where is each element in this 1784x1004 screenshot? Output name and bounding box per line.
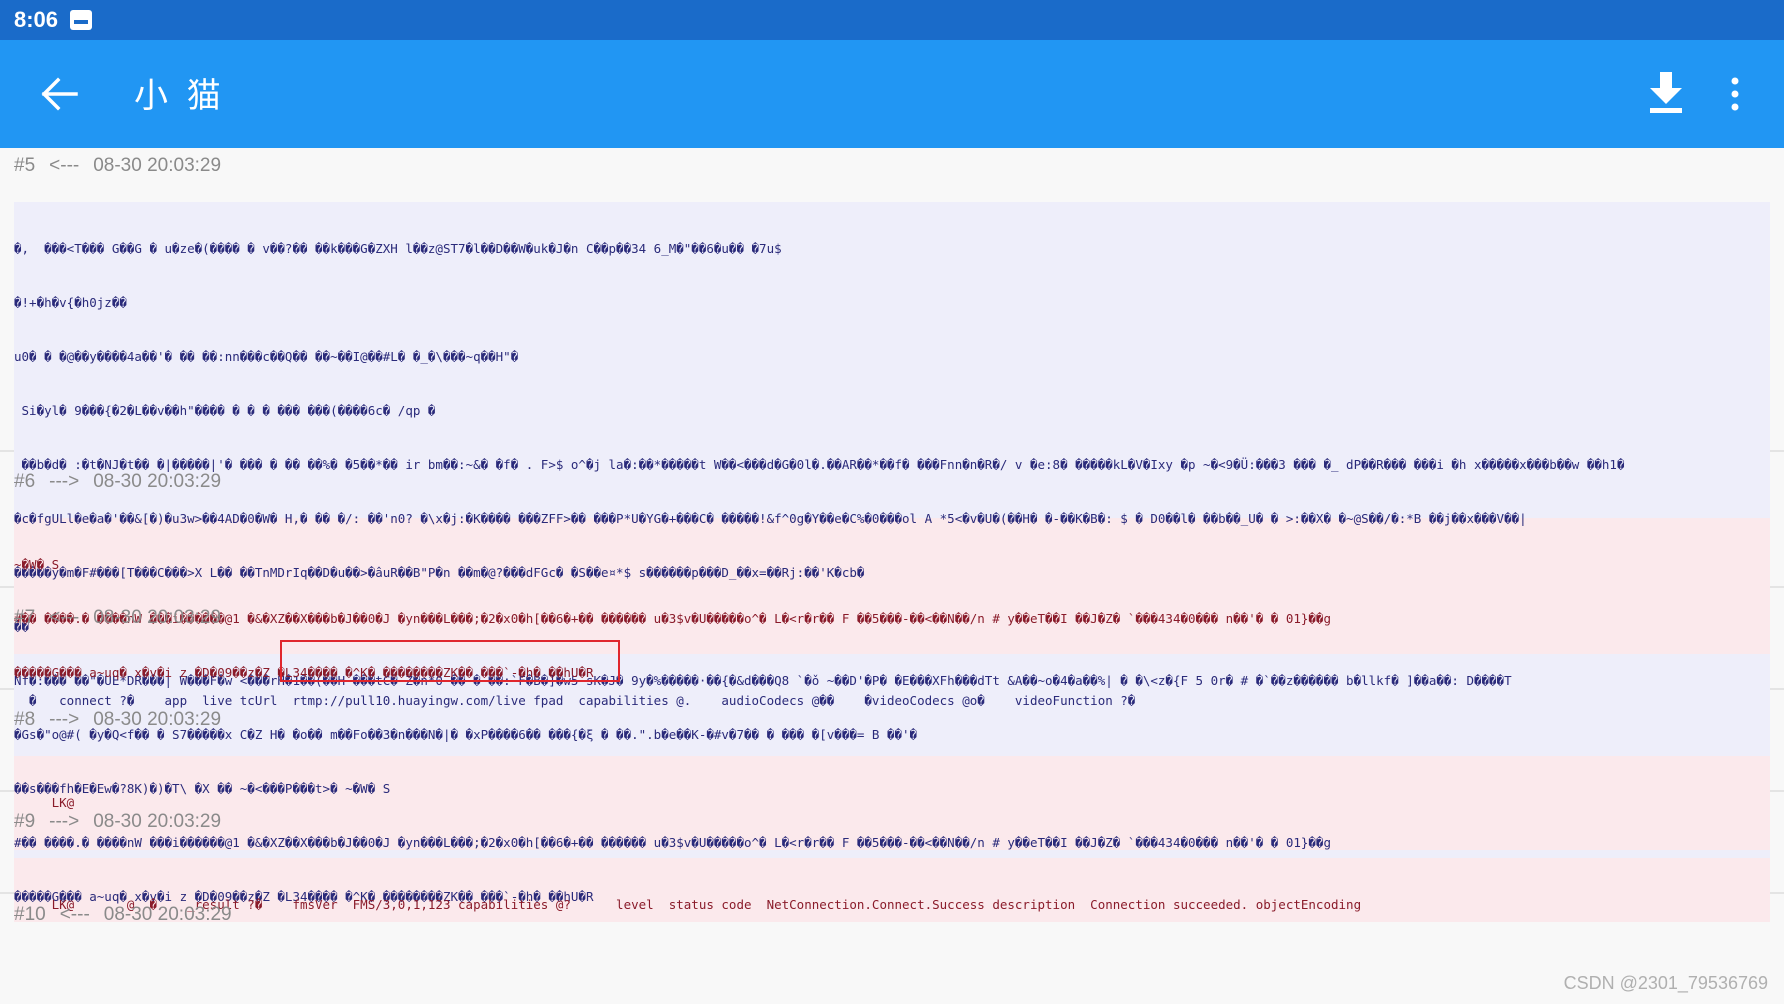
packet-time: 08-30 20:03:29 (93, 607, 222, 628)
packet-index: #7 (14, 607, 36, 628)
packet-list[interactable]: #5 <--- 08-30 20:03:29 �, ���<T��� G��G … (0, 148, 1784, 922)
status-bar: 8:06 (0, 0, 1784, 40)
packet-time: 08-30 20:03:29 (103, 904, 232, 922)
payload-line: �!+�h�v{�h0jz�� (14, 295, 127, 310)
app-bar: 小 猫 (0, 40, 1784, 148)
packet-entry[interactable]: #5 <--- 08-30 20:03:29 �, ���<T��� G��G … (0, 148, 1784, 922)
packet-index: #8 (14, 709, 36, 730)
more-vert-icon[interactable] (1726, 76, 1744, 112)
packet-time: 08-30 20:03:29 (93, 709, 222, 730)
page-title: 小 猫 (134, 76, 225, 116)
download-icon[interactable] (1648, 72, 1684, 114)
packet-header: #5 <--- 08-30 20:03:29 (0, 148, 1784, 184)
payload-line: �c�fgULl�e�a�'��&[�)�u3w>��4AD�0�W� H,� … (14, 511, 1527, 526)
watermark: CSDN @2301_79536769 (1563, 973, 1768, 993)
packet-direction: <--- (59, 904, 90, 922)
arrow-back-icon[interactable] (40, 76, 80, 112)
packet-index: #6 (14, 471, 36, 492)
payload-line: Si�yl� 9���{�2�L��v��h"���� � � � ��� ��… (14, 403, 436, 418)
packet-direction: <--- (49, 607, 80, 628)
payload-line: u0� � �@��y����4a��'� �� ��:nn���c��Q�� … (14, 349, 519, 364)
packet-direction: ---> (49, 471, 80, 492)
packet-time: 08-30 20:03:29 (93, 471, 222, 492)
payload-line: �, ���<T��� G��G � u�ze�(���� � v��?�� �… (14, 241, 782, 256)
packet-time: 08-30 20:03:29 (93, 155, 222, 176)
packet-index: #10 (14, 904, 46, 922)
notification-icon (70, 10, 93, 30)
packet-direction: ---> (49, 709, 80, 730)
packet-direction: <--- (49, 155, 80, 176)
status-time: 8:06 (14, 7, 59, 32)
highlight-box (280, 640, 620, 682)
packet-index: #9 (14, 811, 36, 832)
packet-time: 08-30 20:03:29 (93, 811, 222, 832)
payload-line: ��b�d� :�t�NJ�t�� �|�����|'� ��� � �� ��… (14, 457, 1625, 472)
packet-direction: ---> (49, 811, 80, 832)
packet-index: #5 (14, 155, 36, 176)
